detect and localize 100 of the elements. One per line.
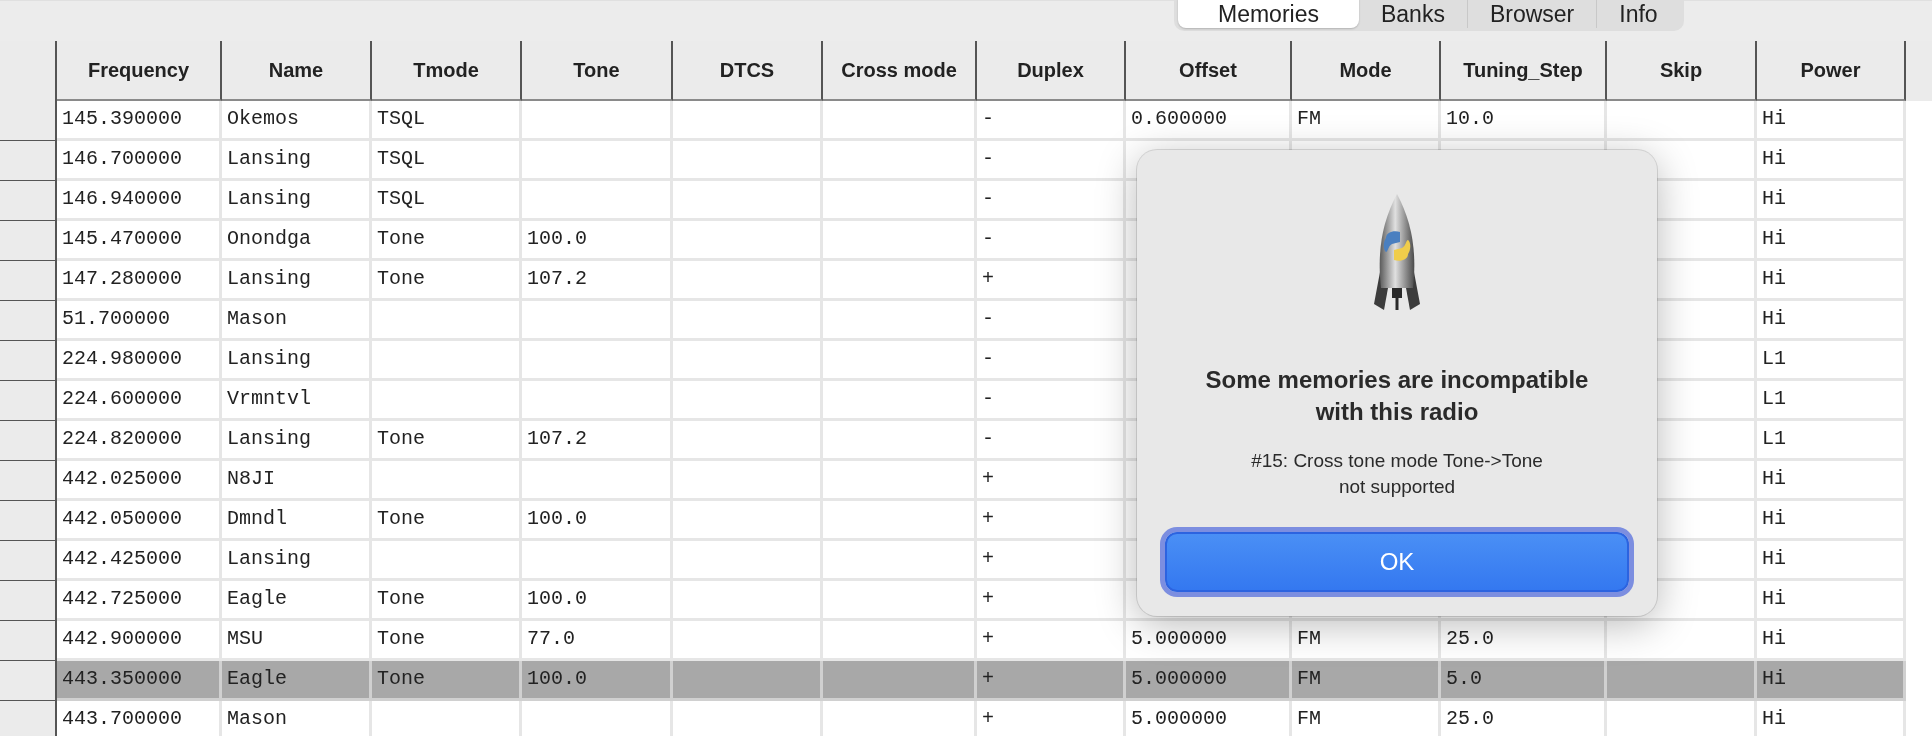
column-header[interactable]: Duplex	[977, 41, 1126, 101]
table-cell: 100.0	[522, 221, 673, 261]
row-header[interactable]	[0, 381, 57, 421]
table-cell: 146.940000	[57, 181, 222, 221]
table-cell: Mason	[222, 301, 372, 341]
table-cell: FM	[1292, 621, 1441, 661]
table-cell: +	[977, 261, 1126, 301]
row-header[interactable]	[0, 461, 57, 501]
table-cell: Eagle	[222, 661, 372, 701]
table-cell: 224.600000	[57, 381, 222, 421]
table-cell: 224.980000	[57, 341, 222, 381]
table-cell: Hi	[1757, 621, 1906, 661]
table-cell: 77.0	[522, 621, 673, 661]
table-cell: Lansing	[222, 341, 372, 381]
column-header[interactable]: Skip	[1607, 41, 1757, 101]
table-cell: Hi	[1757, 301, 1906, 341]
tab[interactable]: Banks	[1358, 0, 1467, 28]
row-header[interactable]	[0, 341, 57, 381]
table-cell: 5.000000	[1126, 621, 1292, 661]
table-cell: 107.2	[522, 261, 673, 301]
row-header[interactable]	[0, 101, 57, 141]
table-cell: -	[977, 221, 1126, 261]
table-cell: Hi	[1757, 181, 1906, 221]
table-cell: 25.0	[1441, 621, 1607, 661]
row-header[interactable]	[0, 261, 57, 301]
row-header[interactable]	[0, 701, 57, 736]
table-cell: +	[977, 501, 1126, 541]
row-header[interactable]	[0, 501, 57, 541]
row-header[interactable]	[0, 421, 57, 461]
table-cell: 145.390000	[57, 101, 222, 141]
row-header[interactable]	[0, 221, 57, 261]
table-cell: Hi	[1757, 461, 1906, 501]
column-header[interactable]: Name	[222, 41, 372, 101]
column-header[interactable]: Frequency	[57, 41, 222, 101]
table-cell: Hi	[1757, 101, 1906, 141]
table-cell: 146.700000	[57, 141, 222, 181]
table-cell: 442.900000	[57, 621, 222, 661]
column-header[interactable]: DTCS	[673, 41, 823, 101]
row-header[interactable]	[0, 181, 57, 221]
table-cell: -	[977, 101, 1126, 141]
table-cell: Hi	[1757, 661, 1906, 701]
dialog-title: Some memories are incompatible with this radio	[1204, 365, 1590, 427]
table-cell: Lansing	[222, 541, 372, 581]
table-cell: Vrmntvl	[222, 381, 372, 421]
table-cell: Tone	[372, 581, 522, 621]
table-cell: -	[977, 381, 1126, 421]
table-cell: N8JI	[222, 461, 372, 501]
column-header[interactable]: Tone	[522, 41, 673, 101]
table-cell: 442.425000	[57, 541, 222, 581]
row-header[interactable]	[0, 661, 57, 701]
table-cell: 5.000000	[1126, 661, 1292, 701]
table-cell: +	[977, 581, 1126, 621]
table-cell: +	[977, 461, 1126, 501]
table-cell: -	[977, 421, 1126, 461]
table-cell: L1	[1757, 421, 1906, 461]
table-cell: 100.0	[522, 501, 673, 541]
column-header[interactable]: Offset	[1126, 41, 1292, 101]
tab[interactable]: Browser	[1466, 0, 1597, 28]
table-cell: Tone	[372, 661, 522, 701]
table-cell: TSQL	[372, 101, 522, 141]
table-cell: Onondga	[222, 221, 372, 261]
column-header[interactable]: Mode	[1292, 41, 1441, 101]
tab[interactable]: Info	[1596, 0, 1680, 28]
column-header[interactable]: Cross mode	[823, 41, 977, 101]
column-header[interactable]: Tuning_Step	[1441, 41, 1607, 101]
tab[interactable]: Memories	[1178, 0, 1359, 28]
table-cell: -	[977, 141, 1126, 181]
table-cell: L1	[1757, 341, 1906, 381]
table-cell: 100.0	[522, 581, 673, 621]
row-header[interactable]	[0, 621, 57, 661]
table-cell: Tone	[372, 261, 522, 301]
row-header[interactable]	[0, 301, 57, 341]
table-cell: 51.700000	[57, 301, 222, 341]
row-header[interactable]	[0, 541, 57, 581]
table-cell: Hi	[1757, 141, 1906, 181]
table-cell: Tone	[372, 421, 522, 461]
table-cell: Hi	[1757, 501, 1906, 541]
table-cell: MSU	[222, 621, 372, 661]
table-cell: TSQL	[372, 141, 522, 181]
table-cell: 0.600000	[1126, 101, 1292, 141]
row-header[interactable]	[0, 141, 57, 181]
row-header[interactable]	[0, 581, 57, 621]
column-header[interactable]: Tmode	[372, 41, 522, 101]
table-cell: Lansing	[222, 421, 372, 461]
table-cell: 443.350000	[57, 661, 222, 701]
table-cell: Hi	[1757, 221, 1906, 261]
table-cell: Eagle	[222, 581, 372, 621]
table-cell: 224.820000	[57, 421, 222, 461]
table-cell: Lansing	[222, 141, 372, 181]
table-cell: Hi	[1757, 541, 1906, 581]
table-cell: FM	[1292, 661, 1441, 701]
table-cell: -	[977, 181, 1126, 221]
table-cell: L1	[1757, 381, 1906, 421]
table-cell: 100.0	[522, 661, 673, 701]
table-cell: Hi	[1757, 261, 1906, 301]
column-header[interactable]: Power	[1757, 41, 1906, 101]
table-cell: Tone	[372, 621, 522, 661]
table-cell: Dmndl	[222, 501, 372, 541]
table-cell: Tone	[372, 221, 522, 261]
table-cell: +	[977, 541, 1126, 581]
